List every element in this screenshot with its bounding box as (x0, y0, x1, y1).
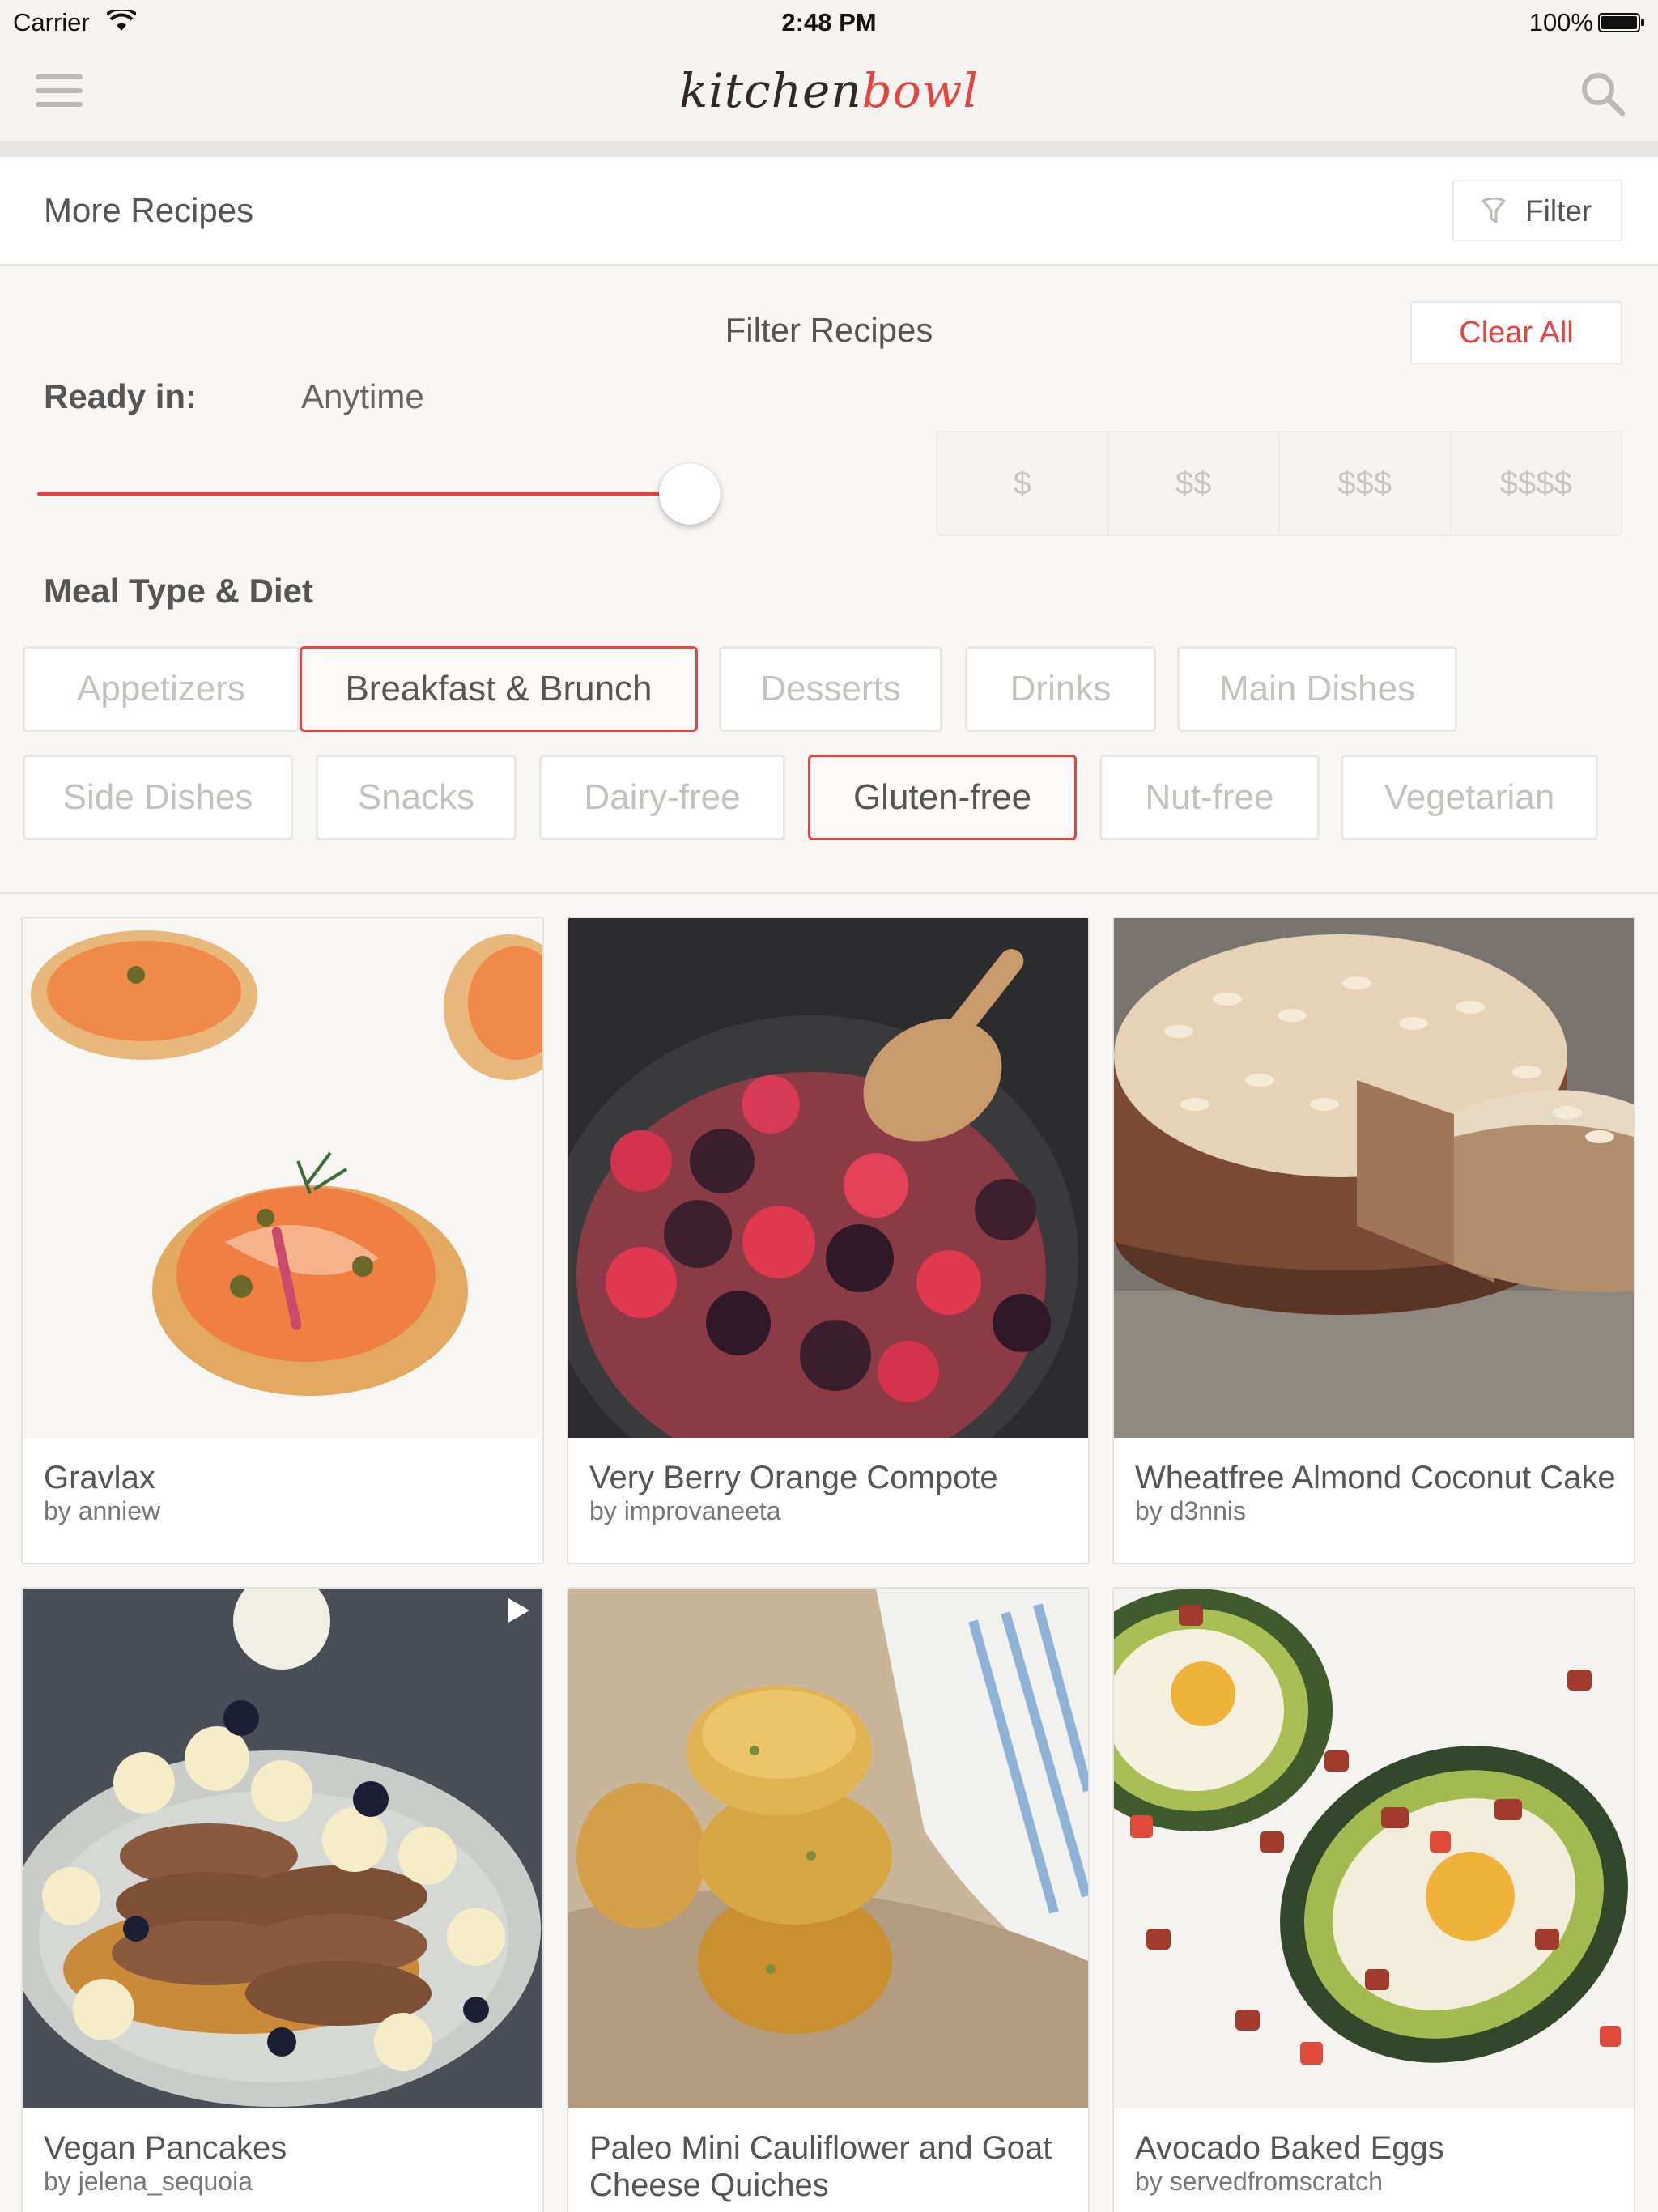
recipe-author: by d3nnis (1135, 1496, 1246, 1525)
recipe-author: by jelena_sequoia (44, 2167, 253, 2196)
battery-percent: 100% (1528, 8, 1593, 36)
recipe-author: by anniew (44, 1496, 161, 1525)
chip-vegetarian[interactable]: Vegetarian (1341, 755, 1598, 840)
nav-divider (0, 141, 1658, 157)
filter-button-label: Filter (1525, 194, 1592, 228)
recipe-title: Very Berry Orange Compote (589, 1460, 998, 1495)
meal-type-label: Meal Type & Diet (44, 572, 313, 610)
price-selector: $ $$ $$$ $$$$ (936, 431, 1622, 536)
filter-panel-title: Filter Recipes (725, 311, 933, 349)
recipe-title: Avocado Baked Eggs (1135, 2130, 1444, 2166)
chip-appetizers[interactable]: Appetizers (23, 646, 300, 732)
status-bar: Carrier 2:48 PM 100% (0, 0, 1658, 45)
recipe-author: by improvaneeta (589, 1496, 781, 1525)
ready-in-slider-thumb[interactable] (659, 463, 721, 525)
chip-gluten-free[interactable]: Gluten-free (808, 755, 1077, 840)
recipe-card[interactable]: Wheatfree Almond Coconut Cake by d3nnis (1112, 917, 1635, 1564)
recipe-photo (23, 1589, 542, 2108)
recipe-photo (568, 918, 1088, 1438)
recipe-card[interactable]: Paleo Mini Cauliflower and Goat Cheese Q… (567, 1587, 1090, 2212)
recipe-card[interactable]: Very Berry Orange Compote by improvaneet… (567, 917, 1090, 1564)
ready-in-slider-track[interactable] (37, 492, 690, 496)
recipe-photo (568, 1589, 1088, 2108)
price-option-3[interactable]: $$$ (1280, 432, 1452, 534)
price-option-1[interactable]: $ (937, 432, 1109, 534)
recipe-photo (1114, 1589, 1634, 2108)
price-option-2[interactable]: $$ (1109, 432, 1280, 534)
clear-all-button[interactable]: Clear All (1410, 301, 1622, 364)
recipe-title: Vegan Pancakes (44, 2130, 287, 2166)
chip-drinks[interactable]: Drinks (965, 646, 1156, 732)
page-title: More Recipes (44, 191, 254, 229)
filter-panel: Filter Recipes Clear All Ready in: Anyti… (0, 266, 1658, 894)
chip-side-dishes[interactable]: Side Dishes (23, 755, 293, 840)
chip-snacks[interactable]: Snacks (316, 755, 517, 840)
recipe-card[interactable]: Vegan Pancakes by jelena_sequoia (21, 1587, 544, 2212)
price-option-4[interactable]: $$$$ (1452, 432, 1622, 534)
recipe-photo (23, 918, 542, 1438)
recipe-card[interactable]: Gravlax by anniew (21, 917, 544, 1564)
clock: 2:48 PM (781, 8, 877, 36)
video-play-icon (508, 1598, 529, 1623)
recipe-card[interactable]: Avocado Baked Eggs by servedfromscratch (1112, 1587, 1635, 2212)
chip-main-dishes[interactable]: Main Dishes (1177, 646, 1457, 732)
ready-in-label: Ready in: (44, 377, 198, 415)
chip-nut-free[interactable]: Nut-free (1099, 755, 1320, 840)
search-icon[interactable] (1579, 70, 1627, 118)
navigation-bar: kitchenbowl (0, 45, 1658, 141)
app-logo: kitchenbowl (679, 63, 979, 118)
chip-dairy-free[interactable]: Dairy-free (539, 755, 785, 840)
recipe-title: Gravlax (44, 1460, 155, 1495)
filter-button[interactable]: Filter (1452, 180, 1622, 241)
recipe-author: by servedfromscratch (1135, 2167, 1383, 2196)
recipe-title: Paleo Mini Cauliflower and Goat Cheese Q… (589, 2130, 1052, 2203)
section-header: More Recipes Filter (0, 157, 1658, 266)
filter-icon (1482, 198, 1506, 223)
battery-icon (1598, 13, 1644, 32)
ready-in-value: Anytime (301, 377, 424, 415)
chip-breakfast-brunch[interactable]: Breakfast & Brunch (300, 646, 698, 732)
recipe-photo (1114, 918, 1634, 1438)
recipe-title: Wheatfree Almond Coconut Cake (1135, 1460, 1616, 1495)
chip-desserts[interactable]: Desserts (719, 646, 942, 732)
